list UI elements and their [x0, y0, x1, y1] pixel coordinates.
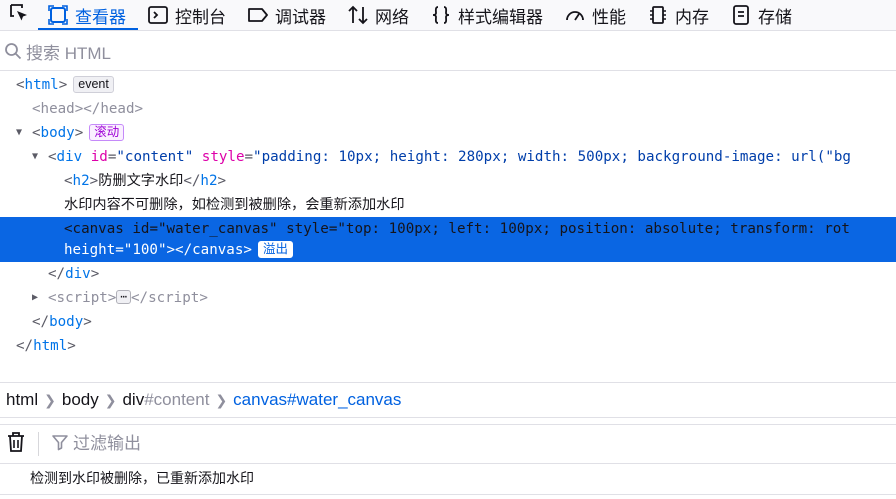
tag-name: body: [49, 314, 84, 330]
clear-console-button[interactable]: [0, 431, 32, 458]
breadcrumb-item-body[interactable]: body: [56, 390, 105, 410]
tag-name: canvas: [72, 221, 124, 237]
attr-value: "padding: 10px; height: 280px; width: 50…: [253, 149, 851, 165]
tag-name: script: [56, 290, 108, 306]
tab-console[interactable]: 控制台: [138, 0, 238, 30]
filter-output-input[interactable]: [73, 434, 373, 454]
tab-label: 控制台: [175, 7, 226, 27]
tree-node-body-close[interactable]: </body>: [0, 310, 896, 334]
tag-name: div: [65, 266, 91, 282]
overflow-badge[interactable]: 溢出: [257, 241, 293, 258]
attr-name: style: [201, 149, 245, 165]
tag-name: body: [40, 125, 75, 141]
devtools-toolbar: 查看器 控制台 调试器 网络 样式编辑器 性能 内存 存储: [0, 0, 896, 31]
trash-icon: [6, 431, 26, 458]
console-message: 检测到水印被删除，已重新添加水印: [0, 465, 896, 495]
breadcrumb-item-html[interactable]: html: [0, 390, 44, 410]
tag-name: html: [33, 338, 68, 354]
tree-node-canvas-continued[interactable]: height="100"></canvas> 溢出: [0, 238, 896, 262]
search-html-input[interactable]: [26, 43, 426, 64]
tab-label: 性能: [592, 7, 626, 27]
tab-label: 存储: [758, 7, 792, 27]
breadcrumb: html ❯ body ❯ div#content ❯ canvas#water…: [0, 382, 896, 418]
expand-toggle-icon[interactable]: ▼: [16, 121, 26, 145]
tab-debugger[interactable]: 调试器: [238, 0, 338, 30]
console-message-text: 检测到水印被删除，已重新添加水印: [30, 471, 254, 487]
breadcrumb-item-div[interactable]: div#content: [116, 390, 215, 410]
debugger-icon: [247, 4, 269, 26]
tree-node-text[interactable]: 水印内容不可删除，如检测到被删除，会重新添加水印: [0, 193, 896, 217]
attr-value: "100": [123, 242, 167, 258]
network-icon: [347, 4, 369, 26]
tab-memory[interactable]: 内存: [638, 0, 721, 30]
attr-value: "water_canvas": [157, 221, 278, 237]
scroll-badge[interactable]: 滚动: [89, 124, 125, 141]
tab-storage[interactable]: 存储: [721, 0, 804, 30]
storage-icon: [730, 4, 752, 26]
memory-icon: [647, 4, 669, 26]
tab-network[interactable]: 网络: [338, 0, 421, 30]
filter-output-field[interactable]: [51, 433, 373, 456]
tag-name: head: [100, 101, 135, 117]
tab-performance[interactable]: 性能: [555, 0, 638, 30]
tag-name: script: [148, 290, 200, 306]
text-content: 防删文字水印: [98, 173, 184, 189]
tag-name: head: [40, 101, 75, 117]
attr-name: height: [64, 242, 116, 258]
element-picker-button[interactable]: [0, 0, 38, 30]
tree-node-div[interactable]: ▼ <div id="content" style="padding: 10px;…: [0, 145, 896, 169]
search-icon: [4, 42, 22, 65]
collapsed-content-ellipsis[interactable]: ⋯: [116, 290, 131, 304]
element-picker-icon: [8, 2, 30, 29]
tab-label: 样式编辑器: [458, 7, 543, 27]
tab-label: 查看器: [75, 7, 126, 27]
tab-label: 内存: [675, 7, 709, 27]
filter-icon: [51, 433, 69, 456]
toolbar-divider: [38, 432, 39, 456]
style-editor-icon: [430, 4, 452, 26]
tree-node-body[interactable]: ▼ <body> 滚动: [0, 121, 896, 145]
tab-label: 网络: [375, 7, 409, 27]
expand-toggle-icon[interactable]: ▼: [32, 145, 42, 169]
chevron-right-icon: ❯: [215, 391, 228, 408]
tag-name: h2: [200, 173, 218, 189]
attr-name: id: [90, 149, 108, 165]
attr-name: style: [286, 221, 329, 237]
performance-icon: [564, 4, 586, 26]
text-content: 水印内容不可删除，如检测到被删除，会重新添加水印: [64, 197, 405, 213]
tree-node-head[interactable]: <head></head>: [0, 97, 896, 121]
inspector-icon: [47, 4, 69, 26]
tree-node-script[interactable]: ▶ <script> ⋯ </script>: [0, 286, 896, 310]
console-toolbar: [0, 424, 896, 464]
console-icon: [147, 4, 169, 26]
tree-node-html[interactable]: <html> event: [0, 73, 896, 97]
markup-search-bar: [0, 37, 896, 71]
event-badge[interactable]: event: [73, 76, 114, 93]
tag-name: canvas: [192, 242, 244, 258]
tab-label: 调试器: [275, 7, 326, 27]
tab-inspector[interactable]: 查看器: [38, 0, 138, 30]
tag-name: div: [56, 149, 83, 165]
attr-name: id: [132, 221, 150, 237]
tree-node-html-close[interactable]: </html>: [0, 334, 896, 358]
tree-node-div-close[interactable]: </div>: [0, 262, 896, 286]
markup-tree: <html> event <head></head> ▼ <body> 滚动 ▼ <di…: [0, 73, 896, 373]
expand-toggle-icon[interactable]: ▶: [32, 286, 42, 310]
tab-style-editor[interactable]: 样式编辑器: [421, 0, 555, 30]
tag-name: html: [24, 77, 59, 93]
chevron-right-icon: ❯: [104, 391, 117, 408]
tree-node-h2[interactable]: <h2>防删文字水印</h2>: [0, 169, 896, 193]
attr-value: "top: 100px; left: 100px; position: abso…: [337, 221, 850, 237]
tag-name: h2: [72, 173, 90, 189]
attr-value: "content": [116, 149, 194, 165]
chevron-right-icon: ❯: [44, 391, 56, 408]
breadcrumb-item-canvas[interactable]: canvas#water_canvas: [227, 390, 407, 410]
